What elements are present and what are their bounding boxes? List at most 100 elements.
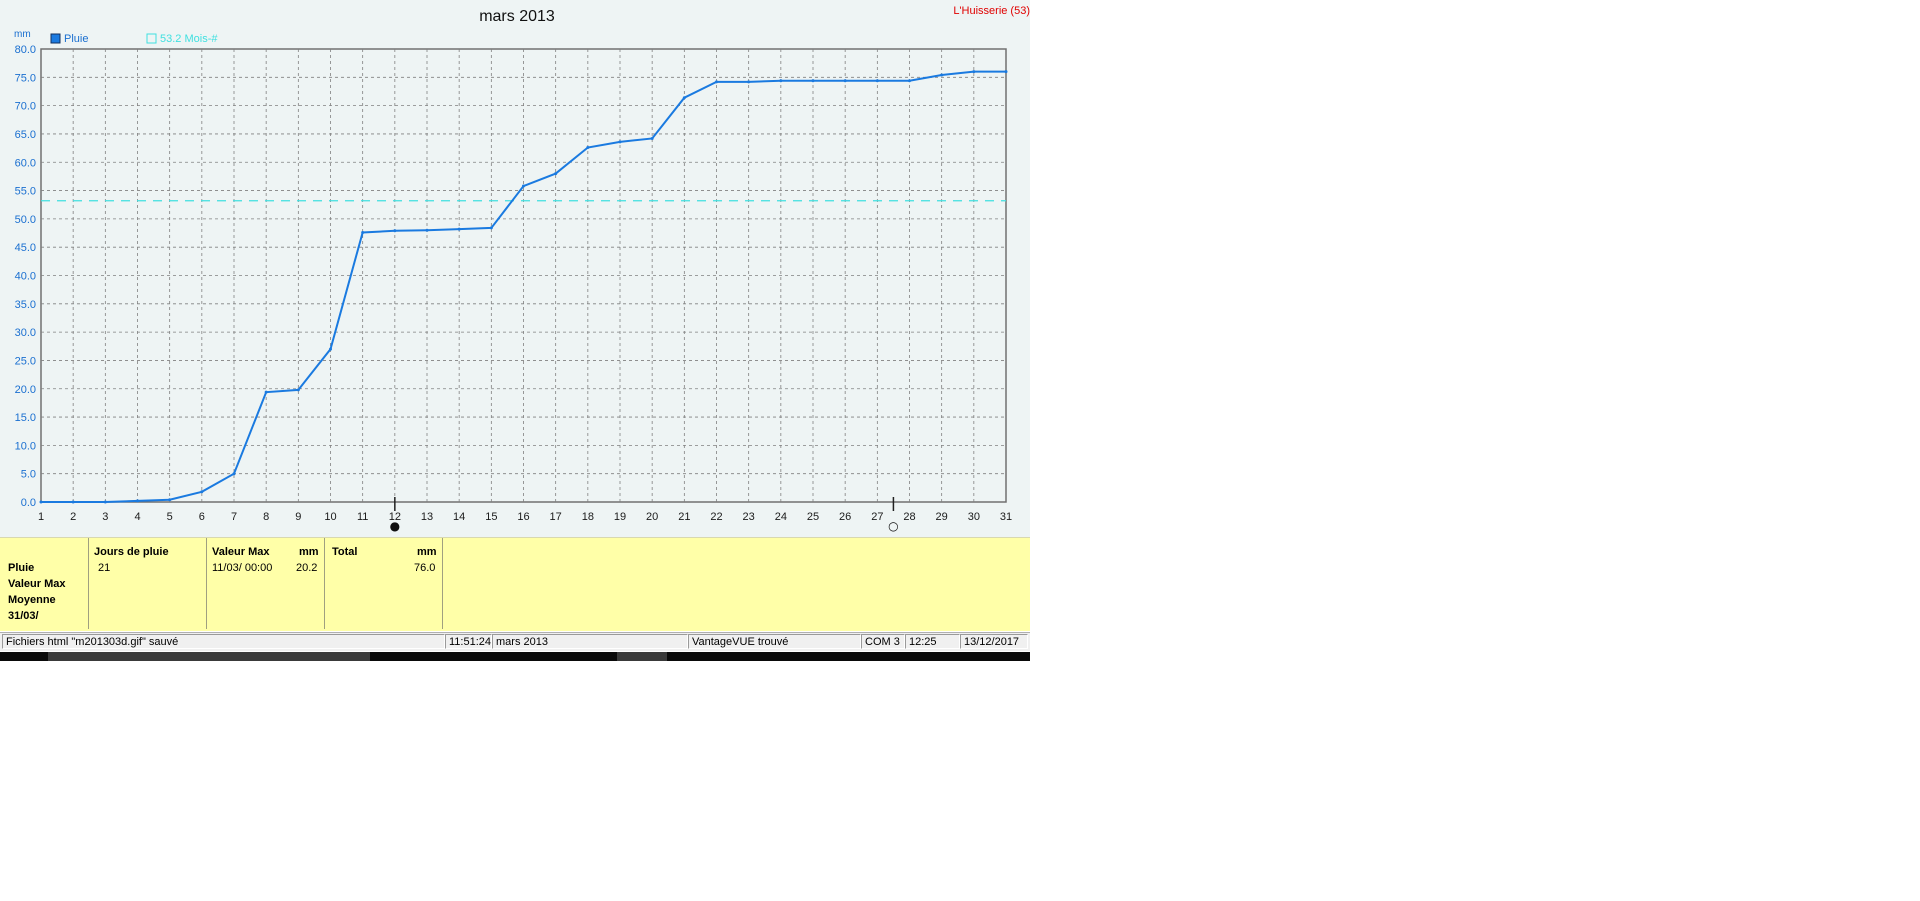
x-tick-label: 29 [936,511,948,523]
x-tick-label: 13 [421,511,433,523]
x-tick-label: 10 [324,511,336,523]
data-point [136,499,139,503]
data-point [650,136,654,140]
row-label-moyenne: Moyenne [8,594,56,606]
status-time: 11:51:24 [445,634,492,649]
station-name: L'Huisserie (53) [953,5,1030,17]
data-point [811,79,815,83]
row-label-valeur-max: Valeur Max [8,578,66,590]
y-tick-label: 55.0 [15,186,36,198]
chart-title: mars 2013 [479,8,555,25]
data-point [296,388,300,392]
chart-panel: 0.0 5.0 10.0 15.0 20.0 25.0 30.0 35.0 40.0 45.0 50… [0,0,1030,537]
y-tick-label: 80.0 [15,44,36,56]
y-tick-label: 30.0 [15,327,36,339]
stats-col-total: Total mm 76.0 [325,538,443,629]
data-point [554,172,558,176]
status-bar: Fichiers html "m201303d.gif" sauvé 11:51… [0,632,1030,651]
valmax-value: 20.2 [296,562,318,574]
x-tick-label: 30 [968,511,980,523]
total-unit: mm [417,546,437,558]
status-message: Fichiers html "m201303d.gif" sauvé [2,634,445,649]
jours-value: 21 [98,562,111,574]
data-point [618,140,622,144]
y-tick-label: 60.0 [15,157,36,169]
x-tick-label: 16 [517,511,529,523]
y-tick-label: 45.0 [15,242,36,254]
data-point [232,472,236,476]
y-tick-label: 15.0 [15,412,36,424]
x-tick-label: 4 [134,511,140,523]
taskbar-button[interactable] [48,652,370,661]
x-tick-label: 24 [775,511,787,523]
data-point [682,96,686,100]
data-point [522,184,525,188]
total-value: 76.0 [414,562,436,574]
data-point [715,80,718,84]
status-date: 13/12/2017 [960,634,1028,649]
legend-label-reference: 53.2 Mois-# [160,33,218,45]
stats-col-jours: Jours de pluie 21 [89,538,207,629]
x-tick-label: 6 [199,511,205,523]
taskbar-button[interactable] [617,652,667,661]
x-tick-label: 15 [485,511,497,523]
x-tick-label: 21 [678,511,690,523]
data-point [489,226,493,230]
data-point [972,70,976,74]
x-tick-label: 8 [263,511,269,523]
status-clock: 12:25 [905,634,960,649]
taskbar [0,652,1030,661]
x-tick-label: 11 [357,511,368,523]
data-point [393,229,397,233]
data-point [200,490,204,494]
y-axis-label: mm [14,29,31,40]
jours-title: Jours de pluie [94,546,169,558]
data-point [264,390,268,394]
stats-col-valmax: Valeur Max mm 11/03/ 00:00 20.2 [207,538,325,629]
x-tick-label: 25 [807,511,819,523]
data-point [908,79,911,83]
row-label-date: 31/03/ [8,610,39,622]
data-point [843,79,847,83]
data-point [457,227,461,231]
y-tick-label: 5.0 [21,469,36,481]
x-tick-label: 5 [167,511,173,523]
x-tick-label: 18 [582,511,594,523]
x-tick-label: 20 [646,511,658,523]
valmax-title: Valeur Max [212,546,270,558]
x-tick-label: 1 [38,511,44,523]
x-tick-label: 3 [102,511,108,523]
weather-app-window: 0.0 5.0 10.0 15.0 20.0 25.0 30.0 35.0 40.0 45.0 50… [0,0,1030,662]
data-point [71,500,75,504]
stats-panel: Pluie Valeur Max Moyenne 31/03/ Jours de… [0,537,1030,631]
legend-label-pluie: Pluie [64,33,88,45]
y-tick-label: 40.0 [15,271,36,283]
x-tick-label: 2 [70,511,76,523]
y-tick-label: 65.0 [15,129,36,141]
x-tick-label: 26 [839,511,851,523]
status-port: COM 3 [861,634,905,649]
x-tick-label: 22 [710,511,722,523]
status-period: mars 2013 [492,634,688,649]
data-point [329,347,332,351]
moon-phase-icon: ● [390,519,400,533]
x-tick-label: 14 [453,511,465,523]
y-tick-label: 50.0 [15,214,36,226]
data-point [39,500,43,504]
y-tick-label: 10.0 [15,440,36,452]
data-point [940,73,944,77]
legend-swatch-pluie [50,33,61,44]
data-point [586,146,590,150]
data-point [361,230,365,234]
x-tick-label: 31 [1000,511,1012,523]
row-label-pluie: Pluie [8,562,35,574]
data-point [875,79,879,83]
rain-chart: 0.0 5.0 10.0 15.0 20.0 25.0 30.0 35.0 40.0 45.0 50… [14,8,1012,533]
x-tick-label: 27 [871,511,883,523]
y-tick-label: 0.0 [21,497,36,509]
y-tick-label: 75.0 [15,72,36,84]
moon-phase-icon: ○ [888,519,898,533]
x-tick-label: 7 [231,511,237,523]
data-point [779,79,783,83]
data-point [425,228,429,232]
